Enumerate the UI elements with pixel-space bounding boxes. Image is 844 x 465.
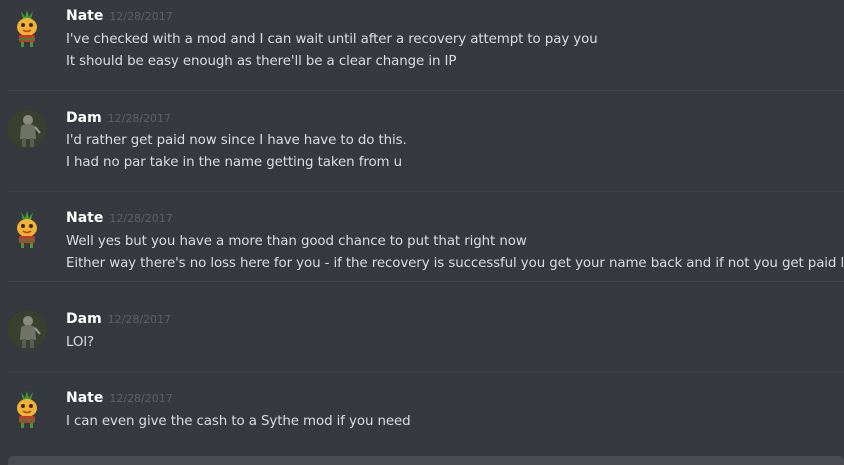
chat-messages-pane: Nate 12/28/2017 I've checked with a mod …: [0, 0, 844, 465]
message-text: It should be easy enough as there'll be …: [66, 54, 457, 69]
character-avatar-icon[interactable]: [7, 310, 47, 350]
message-text: I'd rather get paid now since I have hav…: [66, 133, 407, 148]
pineapple-avatar-icon[interactable]: [7, 209, 47, 249]
author-name[interactable]: Nate: [66, 390, 103, 406]
author-name[interactable]: Dam: [66, 311, 102, 327]
message-text: Well yes but you have a more than good c…: [66, 234, 527, 249]
character-avatar-icon[interactable]: [7, 109, 47, 149]
message-timestamp: 12/28/2017: [109, 392, 173, 405]
author-name[interactable]: Nate: [66, 8, 103, 24]
message-group: Nate 12/28/2017 I can even give the cash…: [0, 372, 844, 456]
pineapple-avatar-icon[interactable]: [7, 8, 47, 48]
message-timestamp: 12/28/2017: [107, 112, 172, 125]
author-name[interactable]: Dam: [66, 110, 102, 126]
message-group: Dam 12/28/2017 LOl?: [0, 282, 844, 372]
message-header: Nate 12/28/2017: [66, 390, 173, 410]
message-group: Dam 12/28/2017 I'd rather get paid now s…: [0, 91, 844, 192]
message-timestamp: 12/28/2017: [109, 212, 173, 225]
message-header: Dam 12/28/2017: [66, 311, 171, 331]
message-header: Nate 12/28/2017: [66, 8, 173, 28]
pineapple-avatar-icon[interactable]: [7, 389, 47, 429]
message-text: I've checked with a mod and I can wait u…: [66, 32, 598, 47]
message-timestamp: 12/28/2017: [107, 313, 172, 326]
message-text: I can even give the cash to a Sythe mod …: [66, 414, 411, 429]
message-text: Either way there's no loss here for you …: [66, 256, 844, 271]
message-composer[interactable]: [8, 456, 844, 465]
message-text: I had no par take in the name getting ta…: [66, 155, 403, 170]
message-header: Nate 12/28/2017: [66, 210, 173, 230]
message-timestamp: 12/28/2017: [109, 10, 173, 23]
author-name[interactable]: Nate: [66, 210, 103, 226]
message-group: Nate 12/28/2017 I've checked with a mod …: [0, 0, 844, 91]
message-text: LOl?: [66, 335, 94, 350]
message-header: Dam 12/28/2017: [66, 110, 171, 130]
message-group: Nate 12/28/2017 Well yes but you have a …: [0, 192, 844, 282]
